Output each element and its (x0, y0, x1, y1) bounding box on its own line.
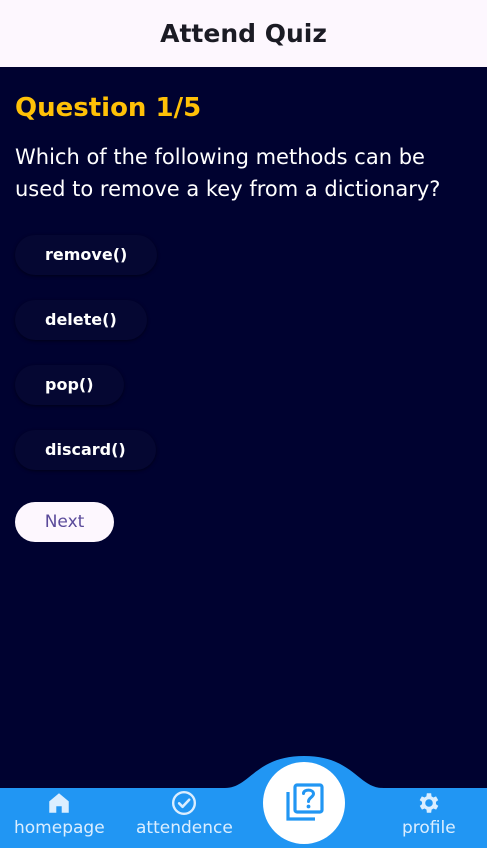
nav-label-attendence: attendence (136, 818, 233, 838)
nav-item-profile[interactable]: profile (402, 790, 456, 838)
nav-item-homepage[interactable]: homepage (14, 790, 105, 838)
check-circle-icon (172, 790, 197, 816)
quiz-icon (286, 783, 324, 821)
option-button-pop[interactable]: pop() (15, 365, 124, 405)
nav-notch-shape (0, 756, 487, 792)
next-button[interactable]: Next (15, 502, 114, 542)
app-bar: Attend Quiz (0, 0, 487, 67)
option-button-discard[interactable]: discard() (15, 430, 156, 470)
question-text: Which of the following methods can be us… (15, 145, 441, 201)
page-title: Attend Quiz (160, 19, 327, 48)
home-icon (49, 793, 70, 813)
question-counter: Question 1/5 (15, 93, 202, 123)
option-button-remove[interactable]: remove() (15, 235, 158, 275)
nav-item-attendence[interactable]: attendence (136, 790, 233, 838)
nav-item-quiz[interactable] (263, 762, 345, 844)
nav-label-profile: profile (402, 818, 456, 838)
option-button-delete[interactable]: delete() (15, 300, 147, 340)
gear-icon (419, 793, 439, 813)
options-list: remove() delete() pop() discard() (15, 235, 475, 495)
quiz-content: Question 1/5 Which of the following meth… (15, 67, 475, 542)
nav-label-homepage: homepage (14, 818, 105, 838)
